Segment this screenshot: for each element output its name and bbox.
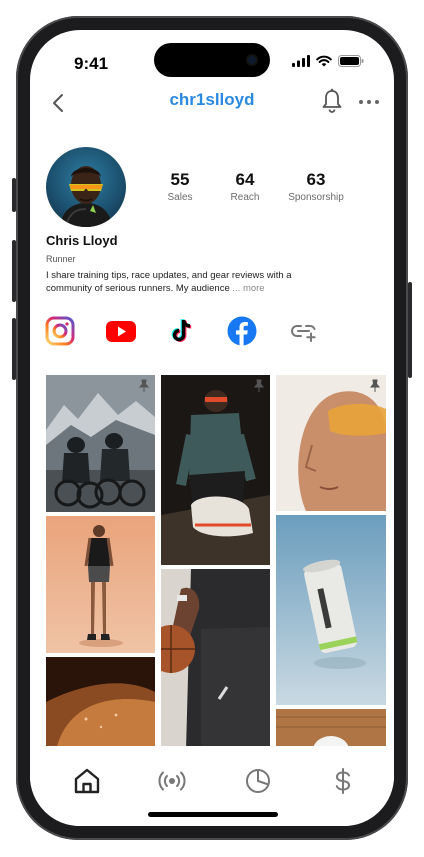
broadcast-icon[interactable] <box>157 766 187 796</box>
top-navigation: chr1slloyd <box>30 85 394 121</box>
photo-image <box>46 375 155 512</box>
stat-label: Sponsorship <box>288 192 344 203</box>
pin-icon <box>138 379 150 392</box>
photo-athlete-neck[interactable] <box>46 657 155 750</box>
dynamic-island <box>154 43 270 77</box>
photo-image <box>276 709 386 750</box>
photo-image <box>276 375 386 511</box>
volume-up-button <box>12 240 16 302</box>
photo-image <box>161 375 270 565</box>
photo-basketball-player[interactable] <box>161 569 270 750</box>
photo-image <box>46 516 155 653</box>
bio-more-link[interactable]: ... more <box>232 283 264 294</box>
stat-reach[interactable]: 64 Reach <box>223 170 267 203</box>
photo-cadence-bottle[interactable] <box>276 515 386 705</box>
pin-icon <box>369 379 381 392</box>
stat-sponsorship[interactable]: 63 Sponsorship <box>280 170 352 203</box>
add-link-icon[interactable] <box>289 316 319 346</box>
stat-value: 55 <box>170 170 190 189</box>
stat-label: Reach <box>230 192 260 203</box>
photo-runner-tying-shoe[interactable] <box>161 375 270 565</box>
dollar-icon[interactable] <box>328 766 358 796</box>
facebook-icon[interactable] <box>227 316 257 346</box>
home-indicator <box>148 812 278 817</box>
camera-icon <box>246 54 258 66</box>
photo-face-sunglasses[interactable] <box>276 375 386 511</box>
pie-chart-icon[interactable] <box>243 766 273 796</box>
home-icon[interactable] <box>72 766 102 796</box>
photo-cyclists-mountains[interactable] <box>46 375 155 512</box>
avatar-portrait <box>60 166 112 227</box>
profile-name: Chris Lloyd <box>46 233 118 248</box>
status-icons <box>292 55 364 67</box>
photo-image <box>161 569 270 750</box>
photo-runner-studio[interactable] <box>46 516 155 653</box>
wifi-icon <box>316 55 332 67</box>
more-options-icon[interactable] <box>356 89 382 115</box>
profile-bio: I share training tips, race updates, and… <box>46 269 336 295</box>
bell-icon[interactable] <box>320 88 344 114</box>
mute-switch <box>12 178 16 212</box>
stat-value: 64 <box>235 170 255 189</box>
pin-icon <box>253 379 265 392</box>
profile-role: Runner <box>46 254 76 264</box>
youtube-icon[interactable] <box>106 316 136 346</box>
photo-wood-table[interactable] <box>276 709 386 750</box>
avatar[interactable] <box>46 147 126 227</box>
status-time: 9:41 <box>74 54 109 73</box>
cellular-signal-icon <box>292 55 310 67</box>
stat-value: 63 <box>306 170 326 189</box>
screen: 9:41 chr1slloyd 55 Sales 64 Reach 63 Spo <box>30 30 394 826</box>
volume-down-button <box>12 318 16 380</box>
stat-label: Sales <box>167 192 193 203</box>
battery-icon <box>338 55 364 67</box>
photo-image <box>46 657 155 750</box>
tiktok-icon[interactable] <box>167 316 197 346</box>
stat-sales[interactable]: 55 Sales <box>158 170 202 203</box>
photo-image <box>276 515 386 705</box>
instagram-icon[interactable] <box>45 316 75 346</box>
photo-grid <box>46 375 386 750</box>
power-button <box>408 282 412 378</box>
